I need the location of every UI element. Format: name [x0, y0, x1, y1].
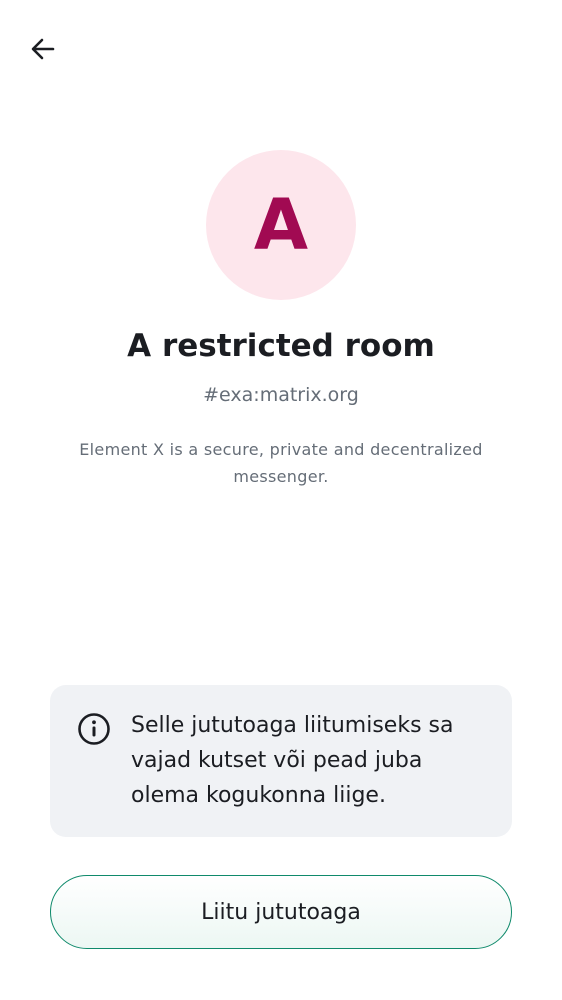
join-room-button[interactable]: Liitu jututoaga — [50, 875, 512, 949]
info-icon — [78, 713, 110, 745]
arrow-left-icon — [31, 38, 55, 60]
restricted-notice-card: Selle jututoaga liitumiseks sa vajad kut… — [50, 685, 512, 837]
room-alias: #exa:matrix.org — [203, 384, 359, 406]
join-room-screen: A A restricted room #exa:matrix.org Elem… — [0, 0, 562, 1000]
room-avatar-letter: A — [253, 184, 309, 266]
back-button[interactable] — [20, 26, 66, 72]
room-description: Element X is a secure, private and decen… — [79, 440, 483, 486]
room-avatar: A — [206, 150, 356, 300]
join-room-button-label: Liitu jututoaga — [201, 899, 361, 925]
room-name: A restricted room — [127, 328, 435, 364]
restricted-notice-text: Selle jututoaga liitumiseks sa vajad kut… — [131, 713, 454, 808]
